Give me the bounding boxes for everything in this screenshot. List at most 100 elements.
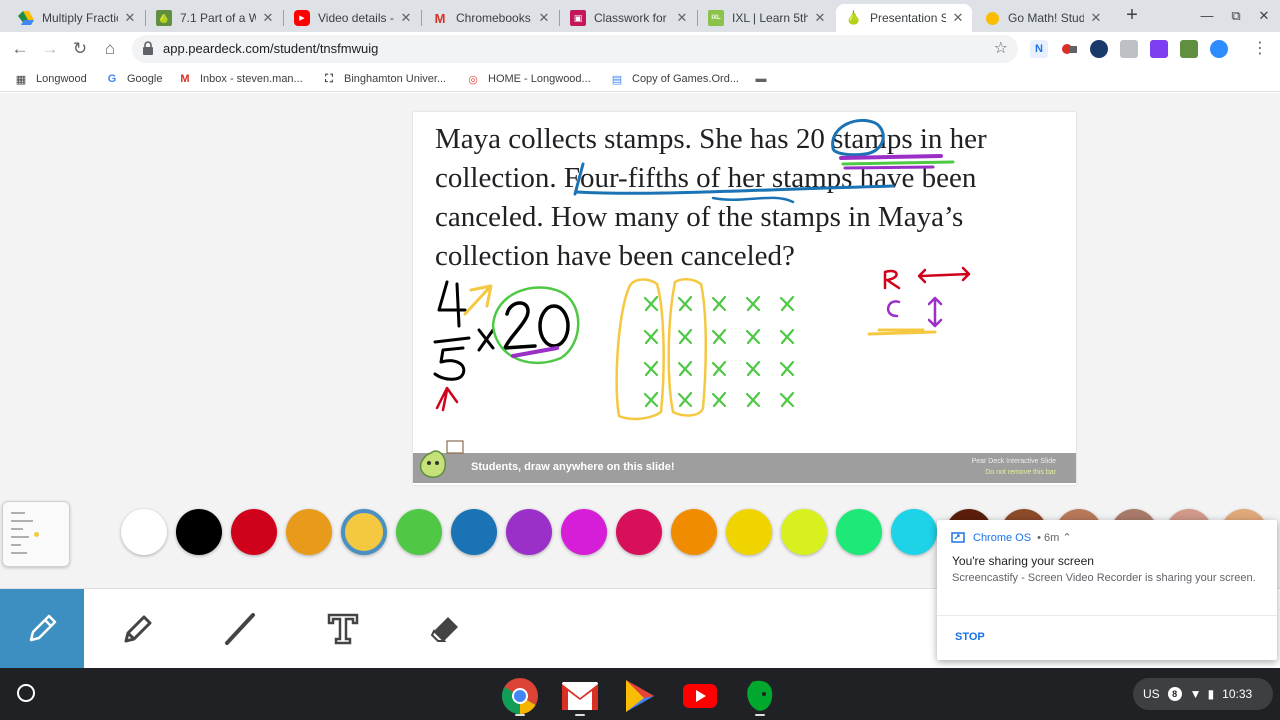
bookmark-star-icon[interactable]: ☆ [994,38,1008,58]
google-drive-icon [18,10,34,26]
tab-strip: Multiply Fractic ✕ 🍐 7.1 Part of a W ✕ ▶ V… [0,0,1280,32]
extension-zoom-icon[interactable] [1210,40,1228,58]
close-tab-icon[interactable]: ✕ [812,10,828,26]
stop-sharing-button[interactable]: STOP [955,631,985,643]
color-swatch[interactable] [726,509,772,555]
new-tab-button[interactable]: + [1122,4,1142,28]
tab-chromebooks[interactable]: M Chromebooks - ✕ [422,4,558,32]
pen-tool-button[interactable] [0,589,84,669]
slide-canvas[interactable]: Maya collects stamps. She has 20 stamps … [413,112,1076,485]
extension-record-icon[interactable] [1060,40,1078,58]
play-store-app-icon[interactable] [620,676,660,716]
x-mark [745,328,761,345]
x-mark [779,328,795,345]
x-mark [677,391,693,408]
x-mark [711,360,727,377]
x-grid-drawing [643,295,795,408]
color-swatch[interactable] [561,509,607,555]
forward-button[interactable]: → [38,37,62,61]
bookmarks-bar: ▦ Longwood G Google M Inbox - steven.man...… [0,66,1280,92]
gmail-app-icon[interactable] [560,676,600,716]
eraser-tool-button[interactable] [404,589,488,669]
color-swatch[interactable] [121,509,167,555]
browser-menu-icon[interactable]: ⋮ [1248,37,1272,61]
color-swatch[interactable] [891,509,937,555]
evernote-app-icon[interactable] [740,676,780,716]
extension-pear-icon[interactable] [1180,40,1198,58]
color-swatch[interactable] [451,509,497,555]
bookmark-google[interactable]: G Google [105,70,163,88]
tab-part-of-a-whole[interactable]: 🍐 7.1 Part of a W ✕ [146,4,282,32]
interactive-slide-label: Pear Deck Interactive Slide [971,458,1056,465]
clock: 10:33 [1222,687,1253,701]
input-locale: US [1143,687,1160,701]
notification-header: Chrome OS • 6m ⌃ [951,531,1072,544]
highlighter-tool-button[interactable] [94,589,178,669]
close-tab-icon[interactable]: ✕ [674,10,690,26]
x-mark [779,295,795,312]
tab-multiply-fractions[interactable]: Multiply Fractic ✕ [8,4,144,32]
x-mark [745,295,761,312]
folder-icon: ▬ [755,73,767,85]
extension-dark-icon[interactable] [1090,40,1108,58]
chrome-app-icon[interactable] [500,676,540,716]
launcher-button[interactable] [17,684,35,702]
tab-go-math[interactable]: Go Math! Stude ✕ [974,4,1110,32]
color-swatch[interactable] [781,509,827,555]
tab-classwork[interactable]: ▣ Classwork for S ✕ [560,4,696,32]
bookmark-binghamton[interactable]: ⛶ Binghamton Univer... [322,70,446,88]
bookmark-inbox[interactable]: M Inbox - steven.man... [178,70,302,88]
color-swatch[interactable] [176,509,222,555]
close-tab-icon[interactable]: ✕ [260,10,276,26]
close-tab-icon[interactable]: ✕ [398,10,414,26]
close-tab-icon[interactable]: ✕ [1088,10,1104,26]
minimize-window-button[interactable]: — [1195,6,1219,26]
x-mark [677,328,693,345]
line-icon [225,613,255,645]
bookmark-longwood[interactable]: ▦ Longwood [14,70,87,88]
x-mark [711,295,727,312]
color-swatch[interactable] [396,509,442,555]
pear-deck-icon: 🍐 [845,10,863,25]
color-swatch[interactable] [836,509,882,555]
tab-video-details[interactable]: ▶ Video details - ✕ [284,4,420,32]
youtube-app-icon[interactable] [680,676,720,716]
extension-purple-icon[interactable] [1150,40,1168,58]
color-swatch[interactable] [671,509,717,555]
close-tab-icon[interactable]: ✕ [950,10,966,26]
reload-button[interactable]: ↻ [68,37,92,61]
bookmark-games[interactable]: ▤ Copy of Games.Ord... [610,70,739,88]
color-swatch[interactable] [616,509,662,555]
extension-n-icon[interactable]: N [1030,40,1048,58]
chevron-up-icon[interactable]: ⌃ [1062,532,1071,544]
x-mark [677,360,693,377]
back-button[interactable]: ← [8,37,32,61]
pear-mascot-icon [420,440,464,478]
text-tool-button[interactable] [301,589,385,669]
line-tool-button[interactable] [197,589,281,669]
close-tab-icon[interactable]: ✕ [536,10,552,26]
do-not-remove-label: Do not remove this bar [985,469,1056,476]
extension-puzzle-icon[interactable] [1120,40,1138,58]
notification-title: You're sharing your screen [952,554,1094,568]
tab-presentation-active[interactable]: 🍐 Presentation S ✕ [836,4,972,32]
bookmark-folder[interactable]: ▬ [754,70,776,88]
bookmark-home-longwood[interactable]: ◎ HOME - Longwood... [466,70,591,88]
status-tray[interactable]: US 8 ▼ ▮ 10:33 [1133,678,1273,710]
x-mark [711,328,727,345]
x-mark [711,391,727,408]
color-swatch[interactable] [506,509,552,555]
close-tab-icon[interactable]: ✕ [122,10,138,26]
color-swatch[interactable] [341,509,387,555]
slide-thumbnail[interactable] [2,501,70,567]
tab-ixl[interactable]: IXL IXL | Learn 5th ✕ [698,4,834,32]
home-button[interactable]: ⌂ [98,37,122,61]
restore-window-button[interactable]: ⧉ [1224,6,1248,26]
color-swatch[interactable] [231,509,277,555]
x-mark [779,391,795,408]
gmail-icon: M [434,10,446,26]
battery-icon: ▮ [1207,687,1215,701]
color-swatch[interactable] [286,509,332,555]
close-window-button[interactable]: ✕ [1252,6,1276,26]
address-bar[interactable]: app.peardeck.com/student/tnsfmwuig ☆ [132,35,1018,63]
